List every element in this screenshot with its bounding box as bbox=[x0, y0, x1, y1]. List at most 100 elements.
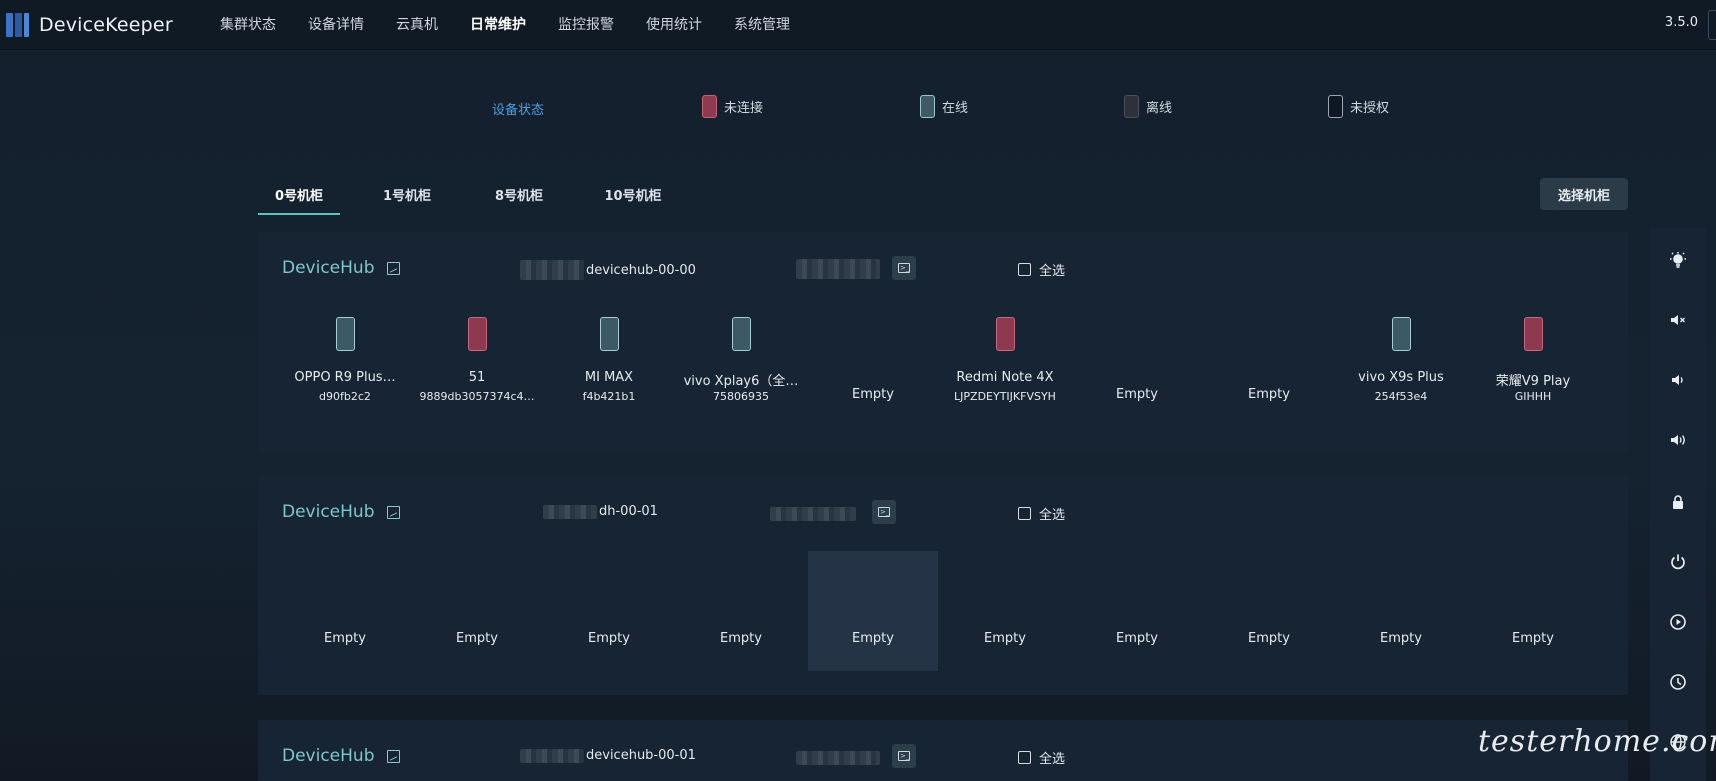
hub-title: DeviceHub bbox=[282, 746, 400, 766]
mute-icon[interactable] bbox=[1668, 310, 1688, 330]
select-all-checkbox[interactable]: 全选 bbox=[1018, 260, 1065, 279]
nav-item-device-details[interactable]: 设备详情 bbox=[308, 0, 364, 50]
redacted-ip bbox=[796, 259, 880, 279]
checkbox-box[interactable] bbox=[1018, 751, 1031, 764]
empty-slot[interactable]: Empty bbox=[1336, 551, 1466, 671]
empty-label: Empty bbox=[852, 387, 894, 402]
phone-icon bbox=[468, 317, 487, 351]
empty-slot[interactable]: Empty bbox=[1072, 307, 1202, 427]
lock-icon[interactable] bbox=[1668, 492, 1688, 512]
nav-item-monitoring-alerts[interactable]: 监控报警 bbox=[558, 0, 614, 50]
legend-item-offline: 离线 bbox=[1124, 95, 1172, 118]
select-all-checkbox[interactable]: 全选 bbox=[1018, 748, 1065, 767]
select-all-label: 全选 bbox=[1039, 264, 1066, 279]
device-slot[interactable]: MI MAX f4b421b1 bbox=[544, 307, 674, 427]
slot-grid: OPPO R9 Plus… d90fb2c2 51 9889db3057374c… bbox=[280, 307, 1600, 427]
terminal-icon: >_ bbox=[878, 507, 890, 517]
nav-item-system-admin[interactable]: 系统管理 bbox=[734, 0, 790, 50]
empty-slot-hovered[interactable]: Empty bbox=[808, 551, 938, 671]
device-serial: 75806935 bbox=[713, 390, 769, 403]
tab-cabinet-1[interactable]: 1号机柜 bbox=[368, 170, 446, 215]
legend-item-unauthorized: 未授权 bbox=[1328, 95, 1389, 118]
terminal-button[interactable]: >_ bbox=[892, 256, 916, 280]
tab-cabinet-0[interactable]: 0号机柜 bbox=[258, 170, 340, 215]
version-label: 3.5.0 bbox=[1664, 15, 1698, 30]
empty-slot[interactable]: Empty bbox=[940, 551, 1070, 671]
device-slot[interactable]: 51 9889db3057374c4… bbox=[412, 307, 542, 427]
empty-slot[interactable]: Empty bbox=[544, 551, 674, 671]
device-slot[interactable]: OPPO R9 Plus… d90fb2c2 bbox=[280, 307, 410, 427]
empty-slot[interactable]: Empty bbox=[412, 551, 542, 671]
redacted-text bbox=[520, 260, 584, 280]
device-serial: f4b421b1 bbox=[582, 390, 636, 403]
checkbox-box[interactable] bbox=[1018, 507, 1031, 520]
redacted-text bbox=[520, 748, 584, 763]
empty-label: Empty bbox=[1380, 631, 1422, 646]
bulb-icon[interactable] bbox=[1668, 250, 1688, 270]
chart-icon[interactable] bbox=[386, 749, 400, 763]
app-logo[interactable]: DeviceKeeper bbox=[6, 12, 220, 37]
device-name: vivo Xplay6（全… bbox=[683, 374, 799, 389]
device-slot[interactable]: vivo X9s Plus 254f53e4 bbox=[1336, 307, 1466, 427]
phone-icon bbox=[336, 317, 355, 351]
device-status-legend: 设备状态 未连接 在线 离线 未授权 bbox=[0, 93, 1716, 123]
empty-slot[interactable]: Empty bbox=[1204, 551, 1334, 671]
empty-slot[interactable]: Empty bbox=[808, 307, 938, 427]
app-name: DeviceKeeper bbox=[39, 13, 173, 36]
empty-slot[interactable]: Empty bbox=[1204, 307, 1334, 427]
device-name: OPPO R9 Plus… bbox=[294, 370, 396, 385]
phone-icon bbox=[1524, 317, 1543, 351]
clock-icon[interactable] bbox=[1668, 672, 1688, 692]
device-slot[interactable]: Redmi Note 4X LJPZDEYTIJKFVSYH bbox=[940, 307, 1070, 427]
unauthorized-swatch bbox=[1328, 95, 1343, 118]
select-cabinet-button[interactable]: 选择机柜 bbox=[1540, 178, 1628, 210]
legend-label: 未连接 bbox=[724, 101, 764, 116]
unconnected-swatch bbox=[702, 95, 717, 118]
slot-grid: Empty Empty Empty Empty Empty Empty Empt… bbox=[280, 551, 1600, 671]
nav-item-daily-maintenance[interactable]: 日常维护 bbox=[470, 0, 526, 50]
hub-title-text: DeviceHub bbox=[282, 746, 375, 766]
volume-down-icon[interactable] bbox=[1668, 370, 1688, 390]
device-slot[interactable]: 荣耀V9 Play GIHHH bbox=[1468, 307, 1598, 427]
hub-header: DeviceHub devicehub-00-00 >_ 全选 bbox=[258, 232, 1628, 294]
nav-item-cluster-status[interactable]: 集群状态 bbox=[220, 0, 276, 50]
terminal-button[interactable]: >_ bbox=[872, 500, 896, 524]
empty-slot[interactable]: Empty bbox=[676, 551, 806, 671]
user-menu-edge[interactable] bbox=[1708, 10, 1716, 40]
redacted-ip bbox=[770, 507, 856, 521]
select-all-checkbox[interactable]: 全选 bbox=[1018, 504, 1065, 523]
hub-header: DeviceHub devicehub-00-01 >_ 全选 bbox=[258, 720, 1628, 781]
nav-item-usage-stats[interactable]: 使用统计 bbox=[646, 0, 702, 50]
empty-slot[interactable]: Empty bbox=[280, 551, 410, 671]
hub-name-text: dh-00-01 bbox=[599, 504, 658, 519]
empty-label: Empty bbox=[852, 631, 894, 646]
empty-label: Empty bbox=[720, 631, 762, 646]
logo-mark-icon bbox=[6, 12, 29, 37]
power-icon[interactable] bbox=[1668, 552, 1688, 572]
empty-slot[interactable]: Empty bbox=[1072, 551, 1202, 671]
empty-slot[interactable]: Empty bbox=[1468, 551, 1598, 671]
play-icon[interactable] bbox=[1668, 612, 1688, 632]
hub-name: dh-00-01 bbox=[543, 504, 658, 519]
terminal-button[interactable]: >_ bbox=[892, 744, 916, 768]
tab-cabinet-10[interactable]: 10号机柜 bbox=[594, 170, 672, 215]
redacted-ip bbox=[796, 751, 880, 765]
legend-item-online: 在线 bbox=[920, 95, 968, 118]
device-name: 荣耀V9 Play bbox=[1495, 374, 1571, 389]
device-control-toolbar bbox=[1650, 228, 1706, 781]
device-name: 51 bbox=[468, 370, 486, 385]
nav-item-cloud-device[interactable]: 云真机 bbox=[396, 0, 438, 50]
hub-name-text: devicehub-00-01 bbox=[586, 748, 696, 763]
chart-icon[interactable] bbox=[386, 505, 400, 519]
device-slot[interactable]: vivo Xplay6（全… 75806935 bbox=[676, 307, 806, 427]
offline-swatch bbox=[1124, 95, 1139, 118]
checkbox-box[interactable] bbox=[1018, 263, 1031, 276]
chart-icon[interactable] bbox=[386, 261, 400, 275]
legend-title: 设备状态 bbox=[492, 103, 545, 118]
hub-title-text: DeviceHub bbox=[282, 502, 375, 522]
empty-label: Empty bbox=[324, 631, 366, 646]
volume-up-icon[interactable] bbox=[1668, 430, 1688, 450]
hub-title-text: DeviceHub bbox=[282, 258, 375, 278]
hub-title: DeviceHub bbox=[282, 258, 400, 278]
tab-cabinet-8[interactable]: 8号机柜 bbox=[480, 170, 558, 215]
